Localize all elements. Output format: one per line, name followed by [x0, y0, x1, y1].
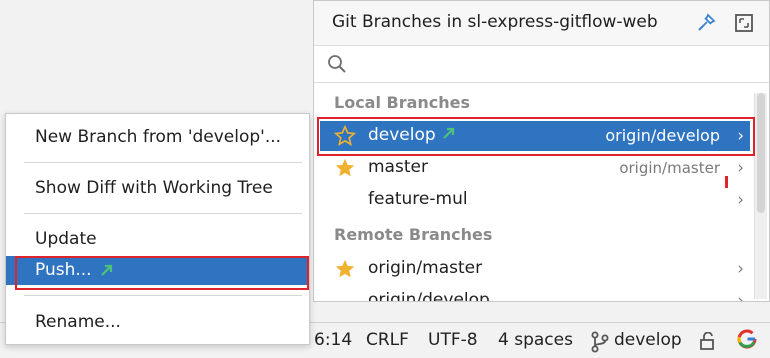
line-separator[interactable]: CRLF: [366, 330, 409, 350]
branch-item-origin-master[interactable]: origin/master ›: [320, 254, 750, 284]
git-branch-icon: [591, 331, 609, 353]
menu-item-label: Show Diff with Working Tree: [35, 178, 273, 198]
menu-item-label: Update: [35, 229, 97, 249]
menu-separator: [24, 213, 302, 214]
chevron-right-icon[interactable]: ›: [737, 259, 744, 279]
branch-name: feature-mul: [368, 189, 468, 209]
annotation-mark: [725, 176, 728, 188]
branch-name: master: [368, 157, 428, 177]
chevron-right-icon[interactable]: ›: [737, 158, 744, 178]
scrollbar-thumb[interactable]: [757, 93, 765, 213]
branch-item-master[interactable]: master origin/master ›: [320, 153, 750, 183]
lock-icon[interactable]: [700, 332, 716, 350]
remote-branches-heading: Remote Branches: [334, 225, 493, 244]
branch-context-menu: New Branch from 'develop'... Show Diff w…: [5, 113, 310, 345]
branch-item-feature-mul[interactable]: feature-mul ›: [320, 185, 750, 215]
menu-item-label: Rename...: [35, 312, 121, 332]
scrollbar[interactable]: [754, 93, 767, 299]
menu-item-label: New Branch from 'develop'...: [35, 127, 282, 147]
search-row: [314, 46, 769, 83]
branch-name: origin/master: [368, 258, 483, 278]
local-branches-heading: Local Branches: [334, 93, 471, 112]
menu-item-update[interactable]: Update: [6, 225, 309, 254]
branch-name: origin/develop: [368, 290, 490, 302]
tracking-branch: origin/master: [619, 159, 720, 177]
annotation-box-develop: [317, 117, 755, 156]
popup-header: Git Branches in sl-express-gitflow-web: [314, 1, 769, 46]
pin-icon[interactable]: [696, 13, 716, 33]
chevron-right-icon[interactable]: ›: [737, 190, 744, 210]
menu-item-new-branch[interactable]: New Branch from 'develop'...: [6, 123, 309, 152]
search-icon: [328, 55, 346, 73]
menu-item-show-diff[interactable]: Show Diff with Working Tree: [6, 174, 309, 203]
menu-separator: [24, 162, 302, 163]
file-encoding[interactable]: UTF-8: [428, 330, 478, 350]
google-icon[interactable]: [737, 329, 757, 349]
chevron-right-icon[interactable]: ›: [737, 291, 744, 301]
popup-title: Git Branches in sl-express-gitflow-web: [332, 12, 658, 32]
star-icon[interactable]: [334, 258, 356, 280]
window-icon[interactable]: [734, 13, 754, 33]
menu-item-rename[interactable]: Rename...: [6, 308, 309, 337]
annotation-box-push: [15, 256, 309, 290]
branch-item-origin-develop[interactable]: origin/develop ›: [320, 286, 750, 302]
caret-position[interactable]: 6:14: [314, 330, 352, 350]
search-input[interactable]: [358, 52, 762, 78]
vcs-branch-widget[interactable]: develop: [614, 330, 682, 350]
star-icon[interactable]: [334, 157, 356, 179]
indent-setting[interactable]: 4 spaces: [498, 330, 573, 350]
menu-separator: [24, 295, 302, 296]
